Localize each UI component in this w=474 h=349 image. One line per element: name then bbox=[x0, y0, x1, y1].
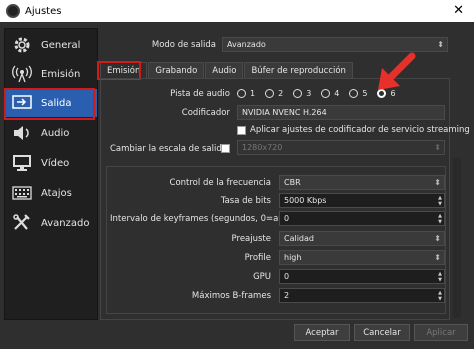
keyboard-icon bbox=[11, 184, 33, 202]
chevron-down-icon: ⬍ bbox=[434, 253, 441, 262]
sidebar-item-audio[interactable]: Audio bbox=[5, 119, 97, 147]
sidebar-item-atajos[interactable]: Atajos bbox=[5, 179, 97, 207]
chevron-down-icon: ⬍ bbox=[434, 143, 441, 152]
audio-track-label: Pista de audio bbox=[170, 89, 230, 99]
output-tabs: Emisión Grabando Audio Búfer de reproduc… bbox=[100, 62, 354, 78]
sidebar-item-label: Audio bbox=[41, 127, 70, 139]
accept-button[interactable]: Aceptar bbox=[294, 324, 350, 341]
bitrate-input[interactable]: 5000 Kbps ▲ ▼ bbox=[279, 193, 445, 208]
preset-select[interactable]: Calidad ⬍ bbox=[279, 231, 445, 246]
sidebar-item-label: Salida bbox=[41, 97, 72, 109]
sidebar-item-emision[interactable]: Emisión bbox=[5, 60, 97, 88]
sidebar: General Emisión Salida Audio Vídeo Atajo… bbox=[4, 28, 98, 320]
sidebar-item-salida[interactable]: Salida bbox=[5, 89, 97, 117]
sidebar-item-label: Emisión bbox=[41, 68, 81, 80]
red-arrow-icon bbox=[378, 52, 416, 90]
tab-audio[interactable]: Audio bbox=[205, 62, 244, 78]
spinner-icon[interactable]: ▲ ▼ bbox=[438, 290, 442, 302]
speaker-icon bbox=[11, 124, 33, 142]
gpu-input[interactable]: 0 ▲ ▼ bbox=[279, 269, 445, 284]
rescale-checkbox[interactable] bbox=[221, 144, 230, 153]
tab-emision[interactable]: Emisión bbox=[100, 62, 148, 78]
preset-label: Preajuste bbox=[231, 234, 271, 244]
bframes-input[interactable]: 2 ▲ ▼ bbox=[279, 288, 445, 303]
title-bar: Ajustes ✕ bbox=[0, 0, 474, 22]
encoder-label: Codificador bbox=[181, 108, 230, 118]
audio-track-radio-1[interactable] bbox=[237, 89, 246, 98]
keyframe-label: Intervalo de keyframes (segundos, 0=auto… bbox=[110, 214, 296, 224]
audio-track-radio-5[interactable] bbox=[349, 89, 359, 98]
output-mode-value: Avanzado bbox=[227, 40, 266, 49]
tools-icon bbox=[11, 214, 33, 232]
encoder-select[interactable]: NVIDIA NVENC H.264 bbox=[237, 105, 445, 120]
chevron-down-icon: ⬍ bbox=[434, 234, 441, 243]
sidebar-item-label: General bbox=[41, 39, 81, 51]
output-icon bbox=[11, 94, 33, 112]
cancel-button[interactable]: Cancelar bbox=[354, 324, 410, 341]
profile-label: Profile bbox=[244, 253, 271, 263]
output-mode-label: Modo de salida bbox=[151, 40, 216, 50]
bitrate-label: Tasa de bits bbox=[220, 196, 271, 206]
sidebar-item-label: Atajos bbox=[41, 187, 72, 199]
sidebar-item-video[interactable]: Vídeo bbox=[5, 149, 97, 177]
obs-logo-icon bbox=[6, 4, 20, 18]
bframes-label: Máximos B-frames bbox=[191, 291, 271, 301]
scrollbar[interactable] bbox=[453, 158, 461, 318]
window-title: Ajustes bbox=[25, 5, 62, 17]
broadcast-icon bbox=[11, 65, 33, 83]
profile-select[interactable]: high ⬍ bbox=[279, 250, 445, 265]
sidebar-item-label: Avanzado bbox=[41, 217, 90, 229]
rescale-select[interactable]: 1280x720 ⬍ bbox=[237, 140, 445, 155]
rate-control-select[interactable]: CBR ⬍ bbox=[279, 175, 445, 190]
spinner-icon[interactable]: ▲ ▼ bbox=[438, 195, 442, 207]
chevron-down-icon: ⬍ bbox=[437, 40, 444, 49]
audio-track-radio-2[interactable] bbox=[265, 89, 275, 98]
sidebar-item-avanzado[interactable]: Avanzado bbox=[5, 209, 97, 237]
enforce-label: Aplicar ajustes de codificador de servic… bbox=[250, 125, 470, 135]
rescale-value: 1280x720 bbox=[242, 143, 283, 152]
keyframe-input[interactable]: 0 ▲ ▼ bbox=[279, 211, 445, 226]
audio-track-radio-4[interactable] bbox=[321, 89, 331, 98]
tab-bufer[interactable]: Búfer de reproducción bbox=[244, 62, 353, 78]
sidebar-item-general[interactable]: General bbox=[5, 31, 97, 59]
tab-grabando[interactable]: Grabando bbox=[148, 62, 205, 78]
audio-track-radio-3[interactable] bbox=[293, 89, 303, 98]
chevron-down-icon: ⬍ bbox=[434, 178, 441, 187]
rescale-label: Cambiar la escala de salida bbox=[110, 144, 227, 154]
close-icon[interactable]: ✕ bbox=[453, 3, 464, 18]
spinner-icon[interactable]: ▲ ▼ bbox=[438, 213, 442, 225]
enforce-checkbox[interactable] bbox=[237, 126, 246, 135]
rate-control-label: Control de la frecuencia bbox=[169, 178, 271, 188]
apply-button[interactable]: Aplicar bbox=[414, 324, 468, 341]
encoder-value: NVIDIA NVENC H.264 bbox=[242, 108, 327, 117]
gear-icon bbox=[11, 36, 33, 54]
sidebar-item-label: Vídeo bbox=[41, 157, 70, 169]
gpu-label: GPU bbox=[253, 272, 271, 282]
spinner-icon[interactable]: ▲ ▼ bbox=[438, 271, 442, 283]
monitor-icon bbox=[11, 154, 33, 172]
